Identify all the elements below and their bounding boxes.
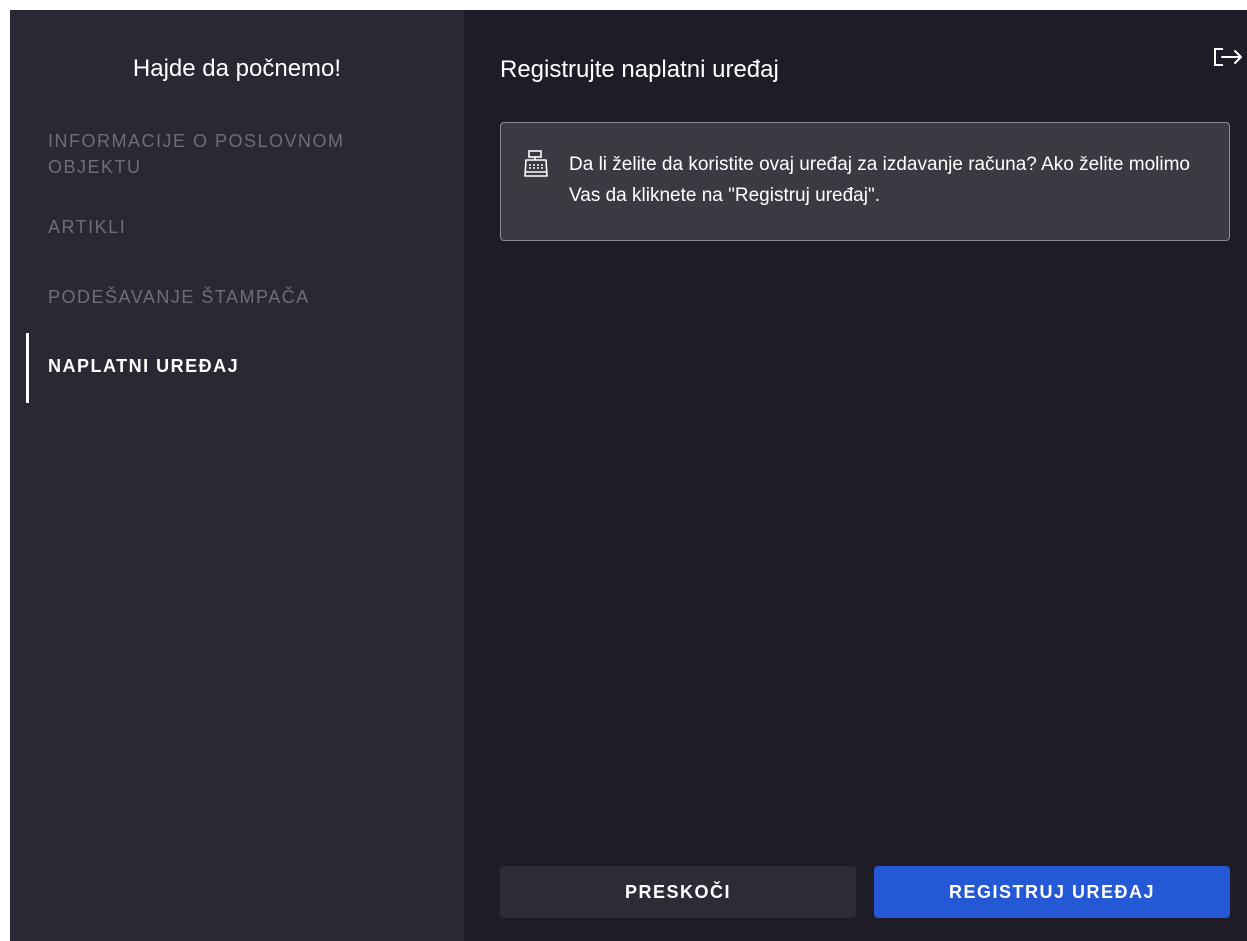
active-step-indicator — [26, 333, 29, 403]
step-business-info[interactable]: INFORMACIJE O POSLOVNOM OBJEKTU — [48, 128, 388, 180]
logout-icon[interactable] — [1207, 40, 1247, 72]
step-payment-device[interactable]: NAPLATNI UREĐAJ — [48, 353, 388, 379]
skip-button[interactable]: PRESKOČI — [500, 866, 856, 918]
step-printer-settings[interactable]: PODEŠAVANJE ŠTAMPAČA — [48, 284, 388, 310]
info-box: Da li želite da koristite ovaj uređaj za… — [500, 122, 1230, 241]
main-panel: Registrujte naplatni uređaj Da li želite… — [464, 10, 1247, 941]
sidebar: Hajde da počnemo! INFORMACIJE O POSLOVNO… — [10, 10, 464, 941]
register-device-button[interactable]: REGISTRUJ UREĐAJ — [874, 866, 1230, 918]
app-window: Hajde da počnemo! INFORMACIJE O POSLOVNO… — [10, 10, 1247, 941]
cash-register-icon — [523, 149, 549, 179]
page-title: Registrujte naplatni uređaj — [500, 56, 779, 83]
sidebar-title: Hajde da počnemo! — [132, 55, 342, 82]
info-message: Da li želite da koristite ovaj uređaj za… — [569, 154, 1190, 206]
step-articles[interactable]: ARTIKLI — [48, 214, 388, 240]
